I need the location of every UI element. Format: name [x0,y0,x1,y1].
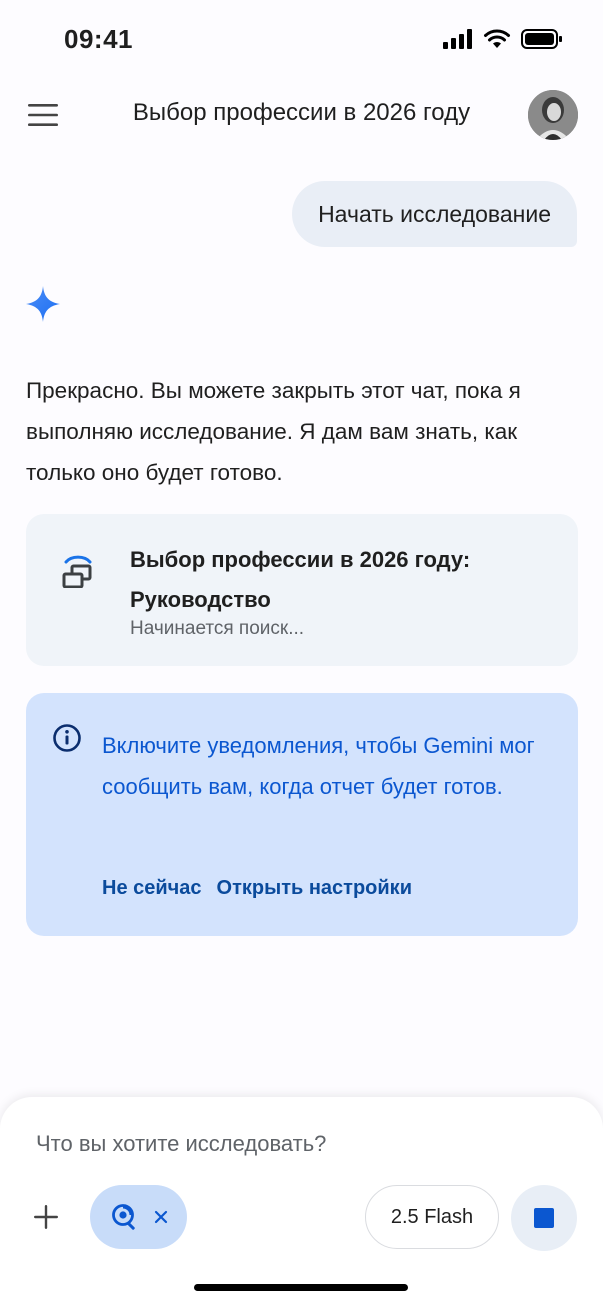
deep-research-chip[interactable] [90,1185,187,1249]
composer-panel: 2.5 Flash [0,1097,603,1305]
deep-research-tool-icon [111,1204,135,1230]
gemini-spark-icon [26,286,60,322]
research-card[interactable]: Выбор профессии в 2026 году: Руководство… [26,514,578,666]
add-button[interactable] [30,1201,62,1233]
battery-icon [521,29,562,49]
research-input[interactable] [36,1131,556,1157]
research-title: Выбор профессии в 2026 году: Руководство [130,547,471,612]
home-indicator [194,1284,408,1291]
user-message-text: Начать исследование [318,200,551,227]
cellular-signal-icon [443,29,472,49]
notification-actions: Не сейчас Открыть настройки [102,877,412,900]
user-avatar-icon [528,90,578,140]
wifi-icon [484,29,510,48]
research-status: Начинается поиск... [130,618,305,639]
notification-text: Включите уведомления, чтобы Gemini мог с… [102,733,535,799]
model-selector-button[interactable]: 2.5 Flash [365,1185,499,1249]
notification-banner: Включите уведомления, чтобы Gemini мог с… [26,693,578,936]
status-time: 09:41 [64,24,133,54]
open-settings-button[interactable]: Открыть настройки [217,877,412,900]
not-now-button[interactable]: Не сейчас [102,877,202,900]
deep-research-icon [60,536,96,589]
model-label: 2.5 Flash [390,1205,474,1228]
assistant-message: Прекрасно. Вы можете закрыть этот чат, п… [26,378,521,485]
close-icon[interactable] [154,1210,168,1224]
info-icon [52,723,82,753]
status-icons [443,28,563,50]
plus-icon [34,1205,58,1229]
stop-button[interactable] [511,1185,577,1251]
avatar[interactable] [528,90,578,140]
user-message-bubble: Начать исследование [292,181,577,247]
stop-icon [534,1208,554,1228]
page-title: Выбор профессии в 2026 году [132,99,471,126]
